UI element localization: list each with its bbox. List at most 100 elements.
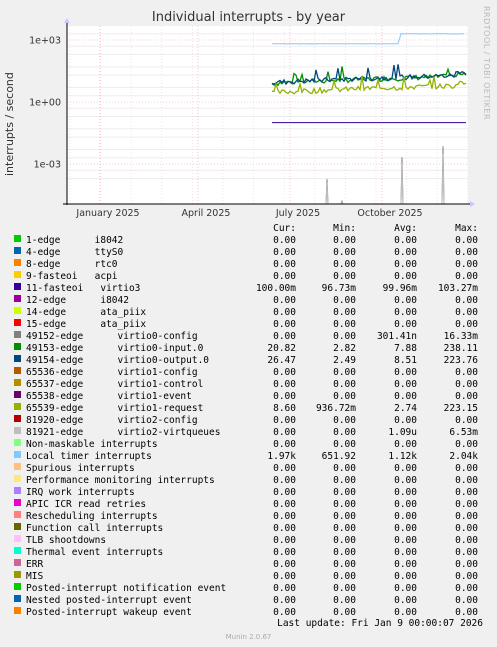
- legend-max: 223.76: [443, 355, 478, 366]
- legend-series-name: 65538-edge virtio1-event: [26, 391, 192, 402]
- legend-max: 0.00: [455, 235, 478, 246]
- legend-series-name: 15-edge ata_piix: [26, 319, 147, 330]
- legend-avg: 2.74: [394, 403, 417, 414]
- legend-min: 0.00: [333, 391, 356, 402]
- legend-row: 49154-edge virtio0-output.0 26.47 2.49 8.51…: [0, 355, 497, 367]
- legend-rows: 1-edge i8042 0.00 0.00 0.00 0.00 4-edge ttyS0…: [0, 235, 497, 619]
- y-axis-label: interrupts / second: [3, 72, 16, 176]
- legend-swatch: [14, 511, 21, 518]
- legend-min: 936.72m: [315, 403, 356, 414]
- legend-series-name: 9-fasteoi acpi: [26, 271, 118, 282]
- legend-series-name: MIS: [26, 571, 44, 582]
- y-tick-label: 1e+00: [29, 98, 61, 109]
- legend-avg: 0.00: [394, 307, 417, 318]
- legend-avg: 0.00: [394, 271, 417, 282]
- x-tick-label: July 2025: [275, 208, 320, 219]
- legend-row: 49153-edge virtio0-input.0 20.82 2.82 7.88 2…: [0, 343, 497, 355]
- legend-series-name: Rescheduling interrupts: [26, 511, 158, 522]
- legend-avg: 0.00: [394, 535, 417, 546]
- legend-min: 0.00: [333, 271, 356, 282]
- legend-max: 0.00: [455, 379, 478, 390]
- legend-avg: 0.00: [394, 547, 417, 558]
- legend-series-name: 81920-edge virtio2-config: [26, 415, 198, 426]
- legend-swatch: [14, 559, 21, 566]
- col-avg-header: Avg:: [394, 223, 417, 234]
- legend-min: 0.00: [333, 571, 356, 582]
- legend-min: 0.00: [333, 379, 356, 390]
- y-tick-label: 1e+03: [29, 36, 61, 47]
- legend-row: Function call interrupts 0.00 0.00 0.00 0.00: [0, 523, 497, 535]
- legend-row: 81920-edge virtio2-config 0.00 0.00 0.00 0.0…: [0, 415, 497, 427]
- legend-row: 11-fasteoi virtio3 100.00m 96.73m 99.96m 103…: [0, 283, 497, 295]
- legend-max: 0.00: [455, 559, 478, 570]
- legend-swatch: [14, 547, 21, 554]
- legend-row: 4-edge ttyS0 0.00 0.00 0.00 0.00: [0, 247, 497, 259]
- legend-swatch: [14, 571, 21, 578]
- x-tick-label: October 2025: [357, 208, 422, 219]
- legend-series-name: TLB shootdowns: [26, 535, 107, 546]
- legend-series-name: Spurious interrupts: [26, 463, 135, 474]
- legend-min: 0.00: [333, 367, 356, 378]
- legend-max: 0.00: [455, 415, 478, 426]
- legend-series-name: IRQ work interrupts: [26, 487, 135, 498]
- legend-min: 0.00: [333, 235, 356, 246]
- legend-max: 0.00: [455, 367, 478, 378]
- legend-max: 238.11: [443, 343, 478, 354]
- legend-row: 65538-edge virtio1-event 0.00 0.00 0.00 0.00: [0, 391, 497, 403]
- legend-max: 0.00: [455, 271, 478, 282]
- legend-swatch: [14, 439, 21, 446]
- legend-avg: 0.00: [394, 463, 417, 474]
- legend-row: Performance monitoring interrupts 0.00 0.0…: [0, 475, 497, 487]
- legend-min: 0.00: [333, 535, 356, 546]
- legend-min: 0.00: [333, 319, 356, 330]
- x-tick-labels: January 2025 April 2025 July 2025 October 2…: [75, 208, 422, 219]
- chart-area: 1e+03 1e+00 1e-03 January 2025 April 2025 Ju…: [29, 18, 475, 219]
- legend-swatch: [14, 355, 21, 362]
- legend-row: 8-edge rtc0 0.00 0.00 0.00 0.00: [0, 259, 497, 271]
- legend-series-name: 11-fasteoi virtio3: [26, 283, 141, 294]
- legend-min: 0.00: [333, 415, 356, 426]
- legend-avg: 0.00: [394, 415, 417, 426]
- legend-row: 14-edge ata_piix 0.00 0.00 0.00 0.00: [0, 307, 497, 319]
- legend-header: Cur: Min: Avg: Max:: [0, 223, 497, 235]
- legend-avg: 0.00: [394, 259, 417, 270]
- legend-swatch: [14, 523, 21, 530]
- legend-swatch: [14, 379, 21, 386]
- legend-series-name: 8-edge rtc0: [26, 259, 118, 270]
- legend-row: Rescheduling interrupts 0.00 0.00 0.00 0.00: [0, 511, 497, 523]
- legend-series-name: 1-edge i8042: [26, 235, 124, 246]
- legend-row: Spurious interrupts 0.00 0.00 0.00 0.00: [0, 463, 497, 475]
- legend-series-name: 65539-edge virtio1-request: [26, 403, 204, 414]
- legend-series-name: 49152-edge virtio0-config: [26, 331, 198, 342]
- legend-max: 0.00: [455, 583, 478, 594]
- legend-swatch: [14, 343, 21, 350]
- legend-avg: 7.88: [394, 343, 417, 354]
- legend-avg: 301.41n: [376, 331, 417, 342]
- legend-max: 0.00: [455, 391, 478, 402]
- legend-max: 0.00: [455, 595, 478, 606]
- legend-max: 0.00: [455, 487, 478, 498]
- legend-avg: 0.00: [394, 295, 417, 306]
- legend-row: 65536-edge virtio1-config 0.00 0.00 0.00 0.0…: [0, 367, 497, 379]
- legend-avg: 0.00: [394, 487, 417, 498]
- legend-series-name: 81921-edge virtio2-virtqueues: [26, 427, 221, 438]
- col-min-header: Min:: [333, 223, 356, 234]
- legend-max: 2.04k: [449, 451, 478, 462]
- legend-swatch: [14, 235, 21, 242]
- legend-series-name: Performance monitoring interrupts: [26, 475, 215, 486]
- legend-min: 0.00: [333, 559, 356, 570]
- legend-row: Thermal event interrupts 0.00 0.00 0.00 0.00: [0, 547, 497, 559]
- legend-series-name: Local timer interrupts: [26, 451, 152, 462]
- legend-avg: 1.09u: [388, 427, 417, 438]
- legend-swatch: [14, 319, 21, 326]
- legend-row: Non-maskable interrupts 0.00 0.00 0.00 0.00: [0, 439, 497, 451]
- legend-series-name: 4-edge ttyS0: [26, 247, 124, 258]
- legend-swatch: [14, 415, 21, 422]
- legend-row: ERR 0.00 0.00 0.00 0.00: [0, 559, 497, 571]
- legend-max: 0.00: [455, 499, 478, 510]
- legend-swatch: [14, 247, 21, 254]
- legend-min: 0.00: [333, 259, 356, 270]
- legend-swatch: [14, 463, 21, 470]
- legend-row: Posted-interrupt notification event 0.00 0…: [0, 583, 497, 595]
- rrdtool-watermark: RRDTOOL / TOBI OETIKER: [482, 6, 491, 121]
